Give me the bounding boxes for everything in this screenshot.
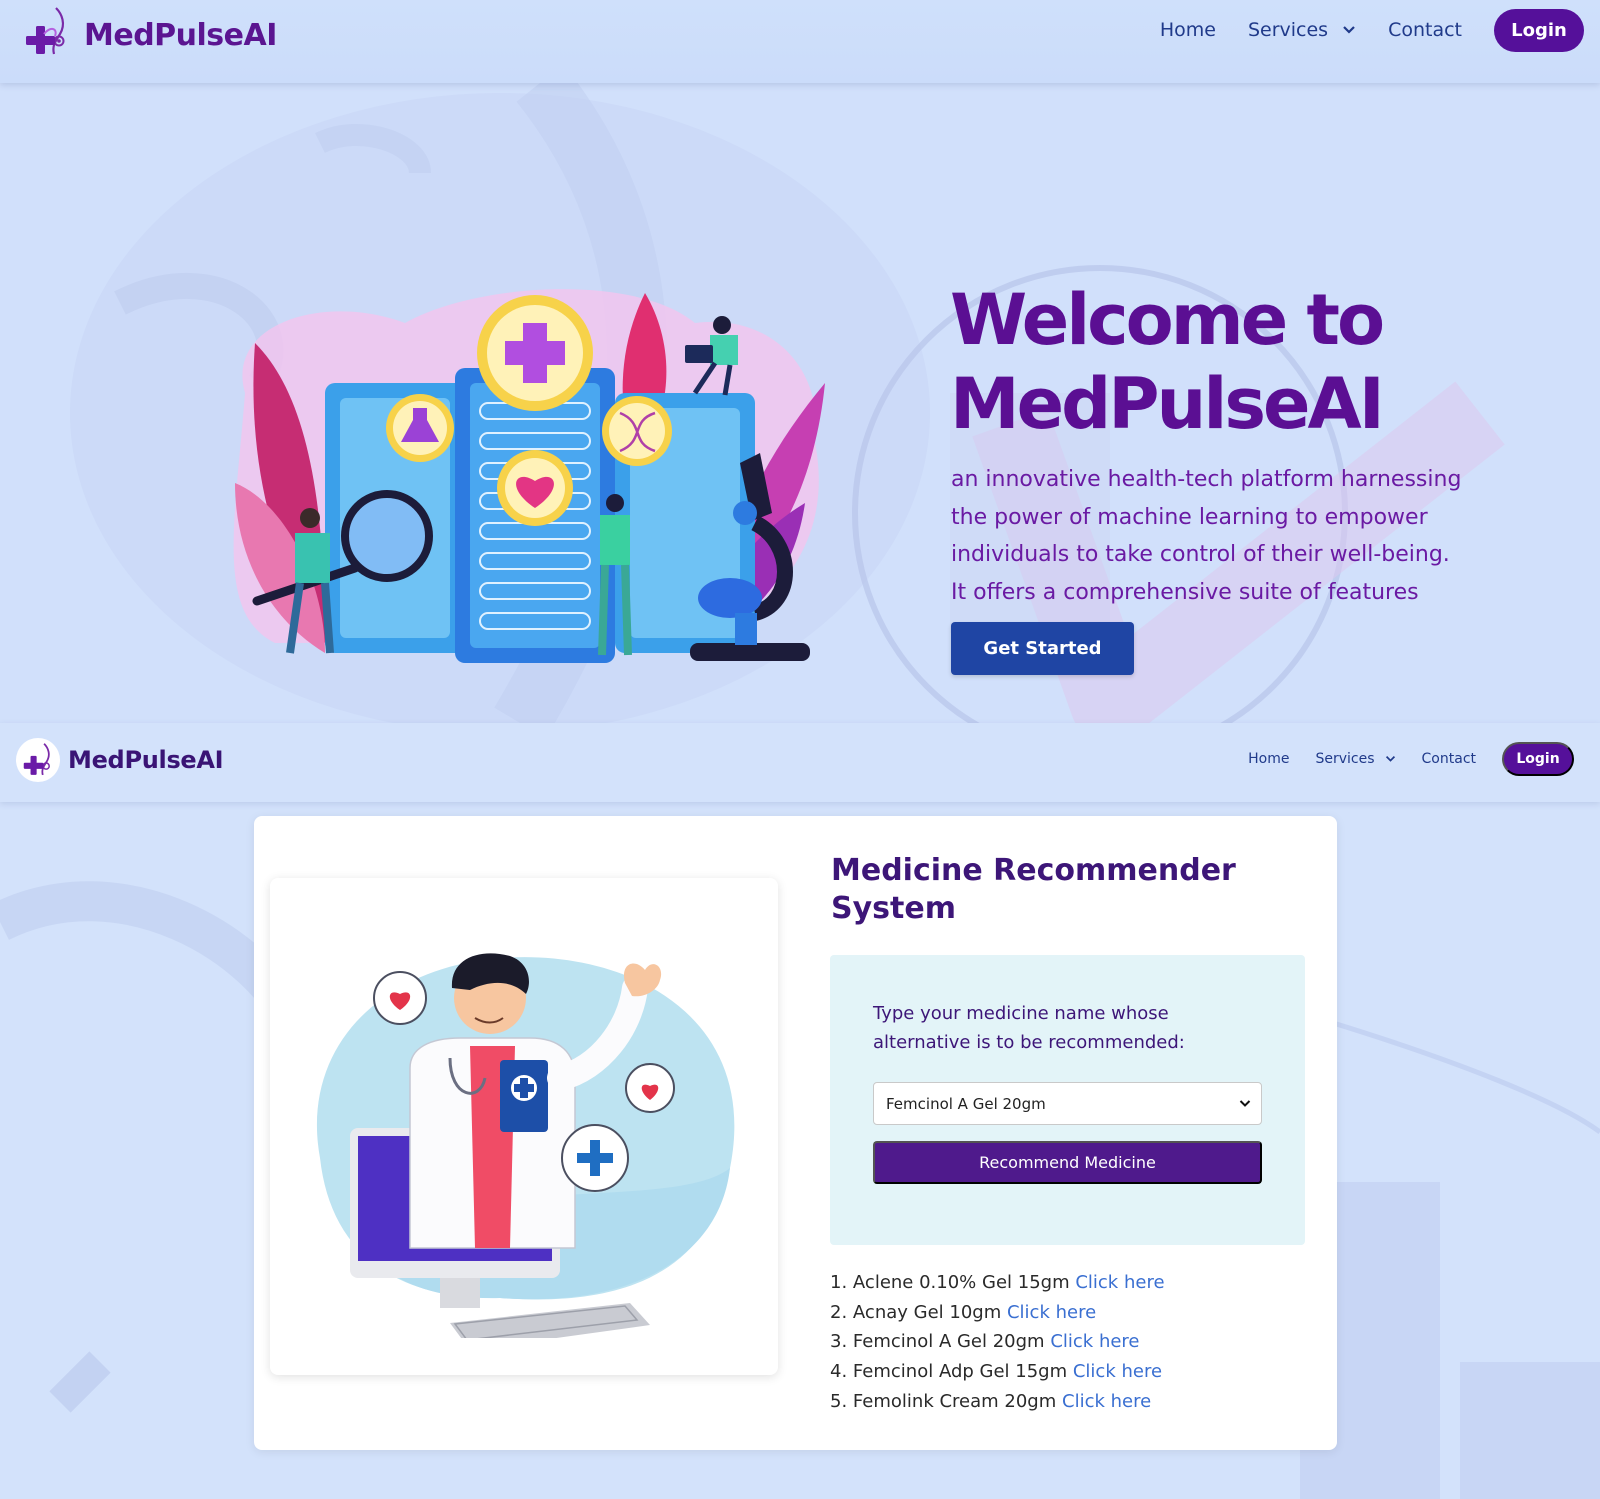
medicine-select-value: Femcinol A Gel 20gm [886, 1094, 1046, 1113]
secondary-navbar: MedPulseAI Home Services Contact Login [0, 723, 1600, 802]
doctor-image-card [270, 878, 778, 1375]
recommender-card: Medicine Recommender System Type your me… [254, 816, 1337, 1450]
result-index: 4. [830, 1361, 848, 1383]
list-item: 4. Femcinol Adp Gel 15gm Click here [830, 1357, 1300, 1387]
list-item: 5. Femolink Cream 20gm Click here [830, 1387, 1300, 1417]
nav-services-dropdown[interactable]: Services [1248, 19, 1356, 41]
nav-services-label: Services [1247, 19, 1329, 41]
result-name: Femolink Cream 20gm [852, 1390, 1057, 1412]
list-item: 1. Aclene 0.10% Gel 15gm Click here [830, 1268, 1300, 1298]
medicine-input-label: Type your medicine name whose alternativ… [873, 1003, 1185, 1053]
get-started-button[interactable]: Get Started [951, 622, 1134, 675]
result-link[interactable]: Click here [1050, 1331, 1139, 1352]
secondary-nav: Home Services Contact Login [1248, 742, 1574, 776]
recommendation-results: 1. Aclene 0.10% Gel 15gm Click here 2. A… [830, 1268, 1300, 1417]
result-name: Femcinol Adp Gel 15gm [852, 1361, 1068, 1383]
result-name: Femcinol A Gel 20gm [852, 1331, 1045, 1353]
result-index: 1. [830, 1272, 848, 1293]
brand-logo-icon [23, 743, 50, 776]
login-button-2[interactable]: Login [1502, 742, 1574, 776]
recommender-title: Medicine Recommender System [831, 853, 1236, 926]
nav-home-link[interactable]: Home [1160, 19, 1216, 41]
result-index: 2. [830, 1301, 848, 1323]
main-nav: Home Services Contact Login [1160, 8, 1584, 52]
nav-contact-link[interactable]: Contact [1388, 19, 1462, 41]
brand-name-2: MedPulseAI [68, 746, 224, 774]
nav2-contact-link[interactable]: Contact [1422, 751, 1476, 767]
list-item: 3. Femcinol A Gel 20gm Click here [830, 1327, 1300, 1357]
brand-link-2[interactable]: MedPulseAI [16, 738, 224, 782]
medicine-select[interactable]: Femcinol A Gel 20gm [873, 1082, 1262, 1125]
brand-logo-icon [26, 7, 65, 55]
nav2-services-dropdown[interactable]: Services [1315, 751, 1395, 767]
result-index: 3. [830, 1331, 848, 1353]
nav2-services-label: Services [1315, 751, 1375, 767]
chevron-down-icon [1343, 26, 1355, 34]
recommend-form: Type your medicine name whose alternativ… [830, 955, 1305, 1245]
top-navbar: MedPulseAI Home Services Contact Login [0, 0, 1600, 83]
result-link[interactable]: Click here [1062, 1391, 1151, 1412]
health-tech-illustration [233, 289, 825, 663]
result-name: Aclene 0.10% Gel 15gm [852, 1272, 1070, 1293]
result-index: 5. [830, 1390, 848, 1412]
brand-link[interactable]: MedPulseAI [22, 4, 277, 60]
login-button[interactable]: Login [1494, 8, 1584, 52]
nav2-home-link[interactable]: Home [1248, 751, 1289, 767]
result-link[interactable]: Click here [1073, 1361, 1162, 1382]
list-item: 2. Acnay Gel 10gm Click here [830, 1298, 1300, 1328]
brand-logo-badge [16, 738, 60, 782]
hero-title-line1: Welcome to [950, 279, 1385, 361]
chevron-down-icon [1385, 756, 1395, 762]
chevron-down-icon [1239, 1100, 1251, 1107]
hero-title-line2: MedPulseAI [950, 363, 1385, 445]
hero-title: Welcome to MedPulseAI [950, 278, 1570, 446]
doctor-illustration [316, 953, 735, 1338]
result-link[interactable]: Click here [1075, 1272, 1164, 1293]
hero-description: an innovative health-tech platform harne… [951, 467, 1462, 605]
result-link[interactable]: Click here [1007, 1302, 1096, 1323]
result-name: Acnay Gel 10gm [852, 1301, 1002, 1323]
recommend-medicine-button[interactable]: Recommend Medicine [873, 1141, 1262, 1184]
hero-section: Welcome to MedPulseAI an innovative heal… [0, 83, 1600, 723]
brand-name: MedPulseAI [84, 17, 277, 53]
